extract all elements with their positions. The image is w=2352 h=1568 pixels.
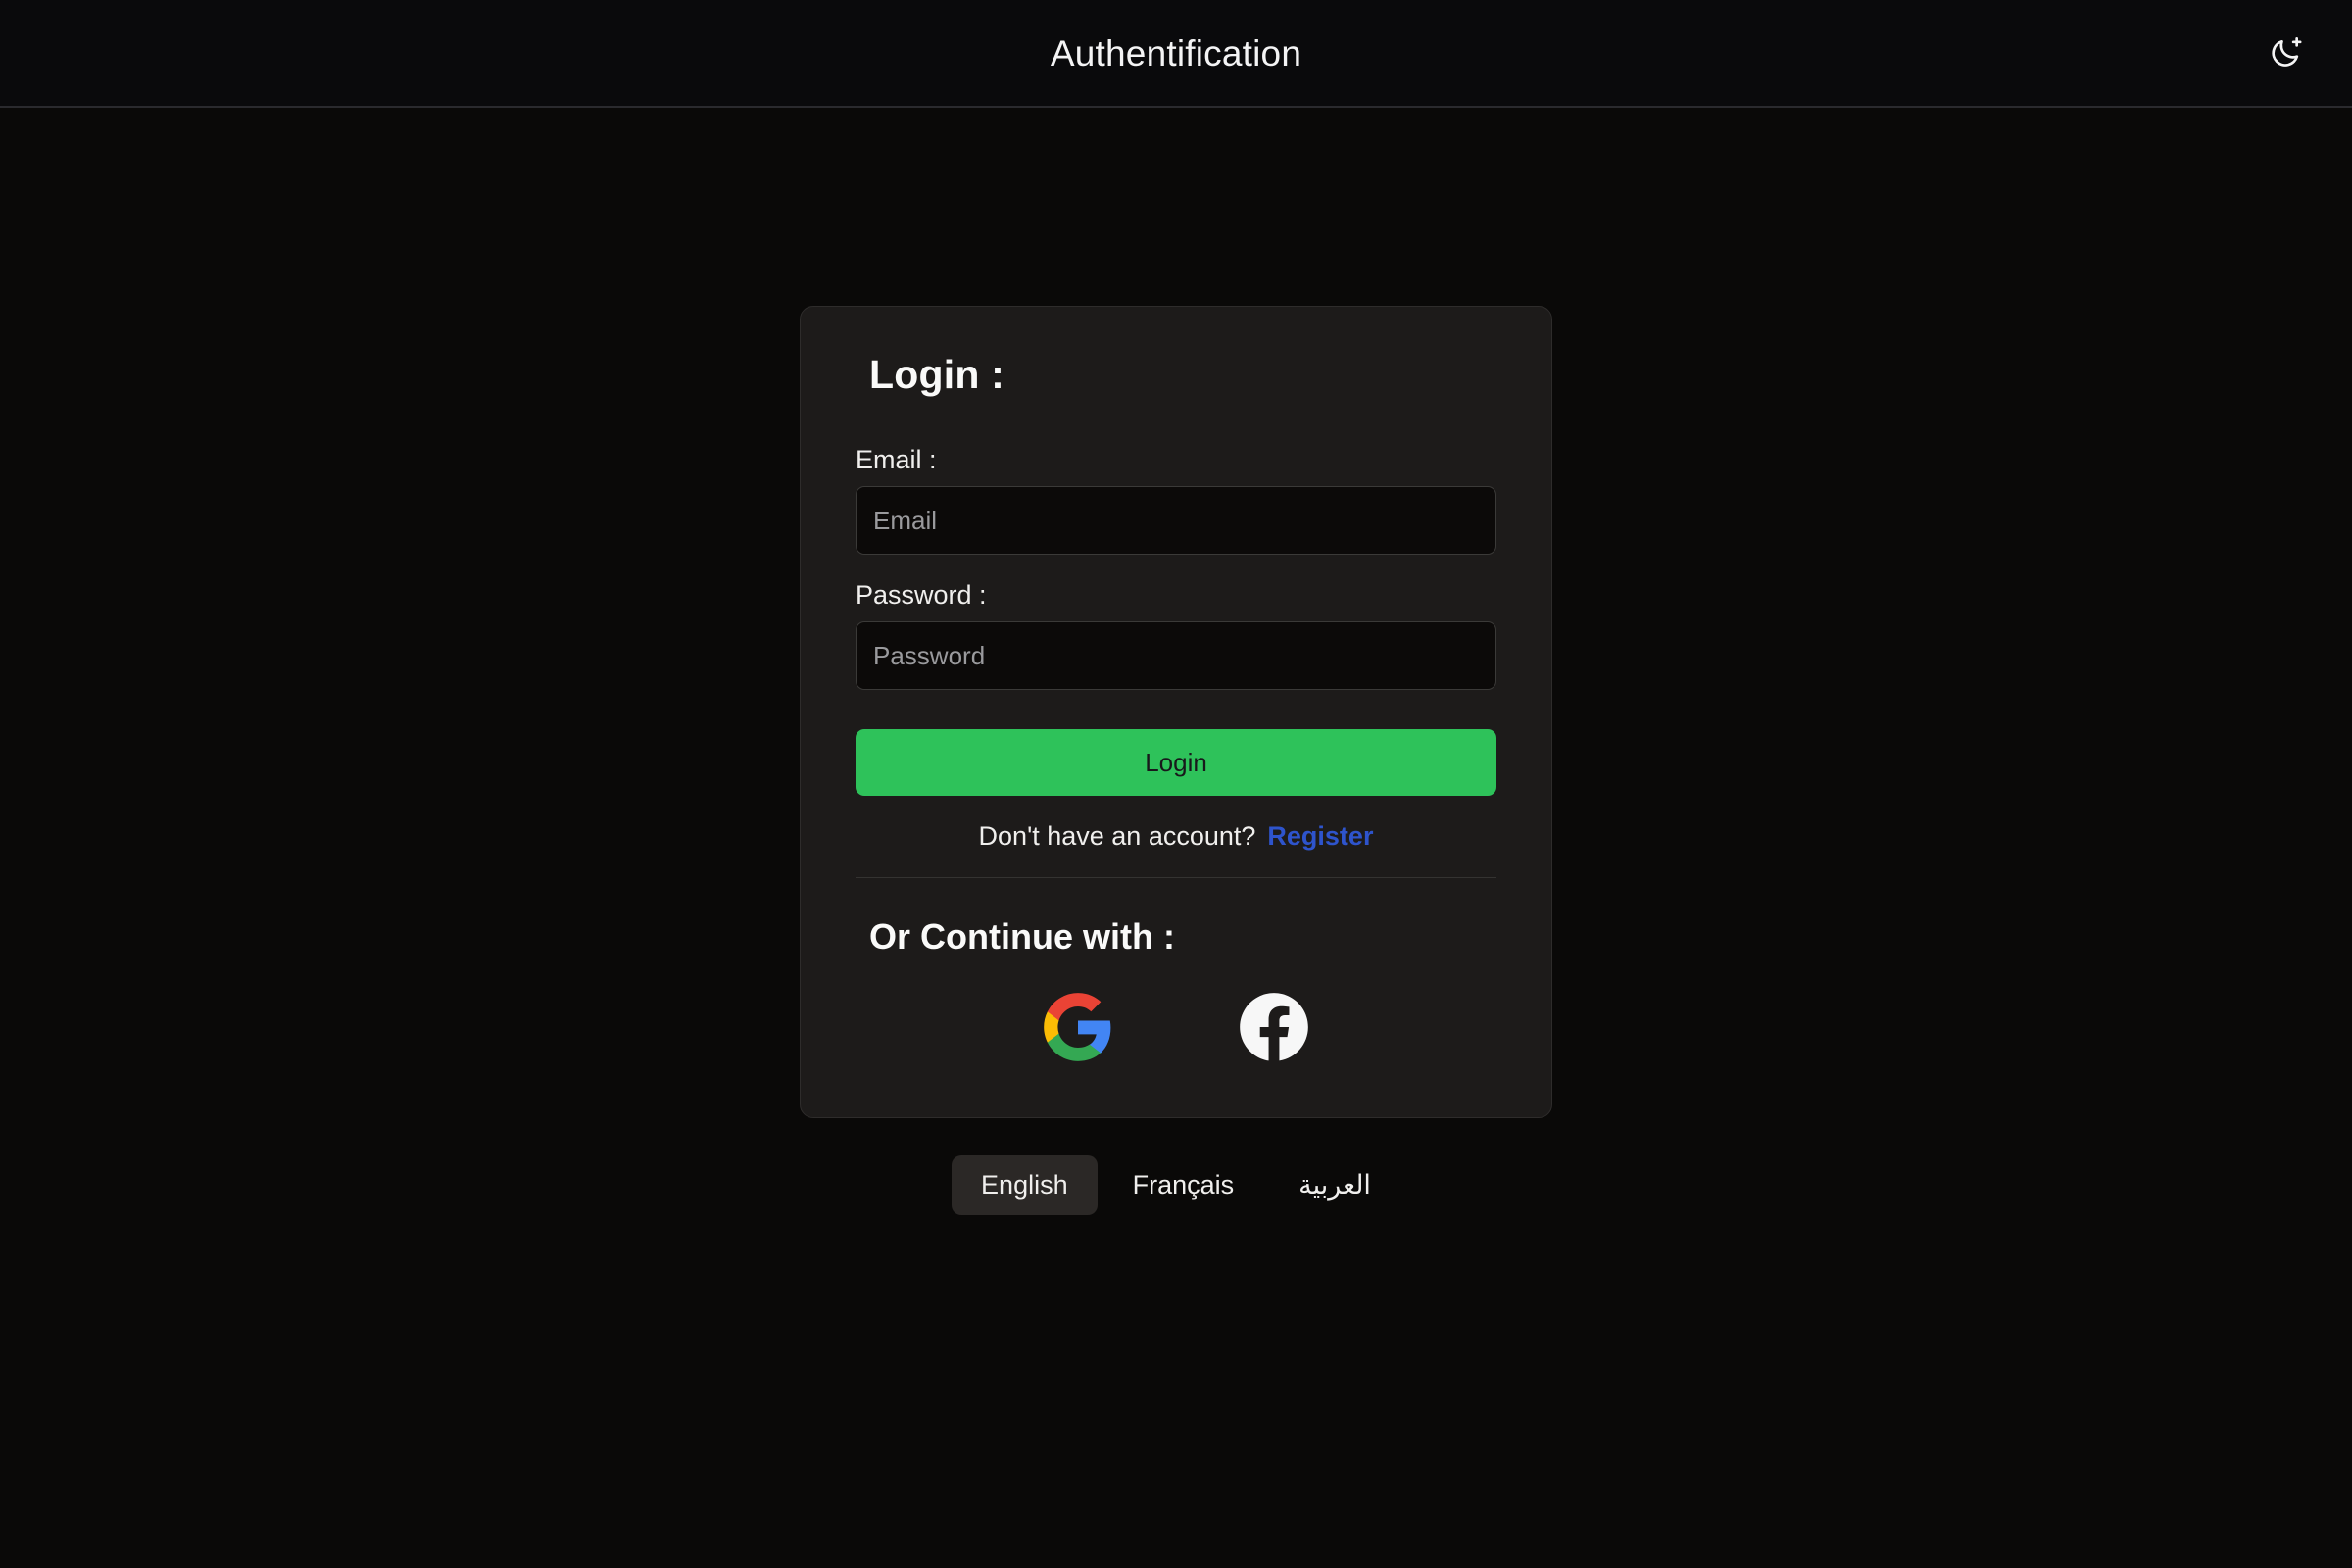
register-link[interactable]: Register	[1267, 821, 1373, 851]
register-row: Don't have an account? Register	[856, 821, 1496, 852]
language-button-arabic[interactable]: العربية	[1269, 1155, 1400, 1215]
password-input[interactable]	[856, 621, 1496, 690]
login-submit-button[interactable]: Login	[856, 729, 1496, 796]
continue-with-title: Or Continue with :	[869, 916, 1175, 956]
facebook-icon	[1237, 990, 1311, 1064]
email-field-group: Email :	[856, 445, 1496, 555]
moon-plus-icon	[2267, 33, 2306, 73]
password-field-group: Password :	[856, 580, 1496, 690]
facebook-login-button[interactable]	[1233, 986, 1315, 1068]
login-card: Login : Email : Password : Login Don't h…	[800, 306, 1552, 1118]
language-switcher: English Français العربية	[952, 1155, 1400, 1215]
email-label: Email :	[856, 445, 937, 474]
register-prompt-text: Don't have an account?	[978, 821, 1256, 851]
language-button-francais[interactable]: Français	[1103, 1155, 1264, 1215]
login-card-title: Login :	[869, 352, 1005, 397]
page-title: Authentification	[1050, 32, 1302, 74]
language-button-english[interactable]: English	[952, 1155, 1098, 1215]
app-header: Authentification	[0, 0, 2352, 108]
password-label: Password :	[856, 580, 987, 610]
social-login-row	[856, 986, 1496, 1068]
page-body: Login : Email : Password : Login Don't h…	[0, 108, 2352, 1568]
theme-toggle-button[interactable]	[2258, 24, 2315, 81]
card-divider	[856, 877, 1496, 878]
google-login-button[interactable]	[1037, 986, 1119, 1068]
google-icon	[1041, 990, 1115, 1064]
email-input[interactable]	[856, 486, 1496, 555]
